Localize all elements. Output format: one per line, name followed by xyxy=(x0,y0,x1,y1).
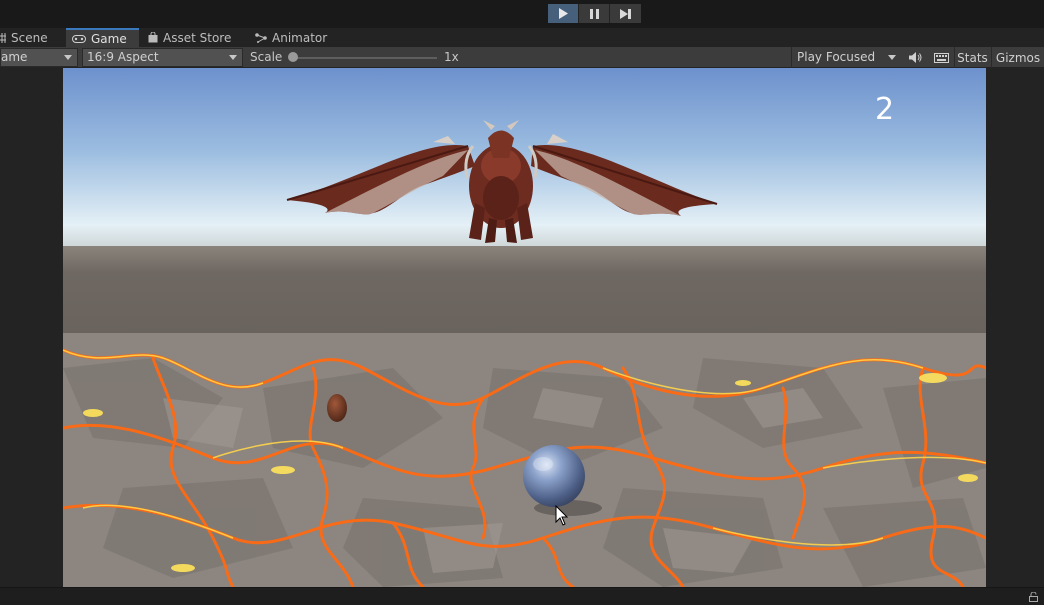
gamepad-icon xyxy=(72,34,86,43)
score-counter: 2 xyxy=(875,92,895,127)
play-controls xyxy=(548,4,641,23)
tab-animator-label: Animator xyxy=(272,30,328,45)
scale-label: Scale xyxy=(250,50,283,64)
tab-scene-label: Scene xyxy=(11,30,48,45)
pause-icon xyxy=(589,8,599,19)
stats-button[interactable]: Stats xyxy=(955,48,990,67)
aspect-dropdown[interactable]: 16:9 Aspect xyxy=(82,48,243,67)
play-mode-dropdown[interactable]: Play Focused xyxy=(792,48,902,67)
aspect-dropdown-value: 16:9 Aspect xyxy=(87,50,159,64)
lock-icon[interactable] xyxy=(1029,591,1038,605)
gizmos-button[interactable]: Gizmos xyxy=(992,48,1044,67)
display-dropdown-value: ame xyxy=(1,50,28,64)
gizmos-label: Gizmos xyxy=(995,50,1041,65)
scale-slider-handle[interactable] xyxy=(288,52,298,62)
pause-button[interactable] xyxy=(579,4,610,23)
tab-asset-store-label: Asset Store xyxy=(163,30,232,45)
tab-asset-store[interactable]: Asset Store xyxy=(148,28,243,47)
status-bar xyxy=(0,587,1044,605)
chevron-down-icon xyxy=(64,55,72,60)
keyboard-button[interactable] xyxy=(929,48,953,67)
game-view-toolbar: ame 16:9 Aspect Scale 1x Play Focused St… xyxy=(0,47,1044,68)
bag-icon xyxy=(148,32,158,43)
stats-label: Stats xyxy=(957,50,988,65)
mute-audio-button[interactable] xyxy=(904,48,926,67)
chevron-down-icon xyxy=(888,55,896,60)
play-controls-bar xyxy=(0,0,1044,28)
speaker-icon xyxy=(908,52,921,63)
play-button[interactable] xyxy=(548,4,579,23)
step-button[interactable] xyxy=(610,4,641,23)
tab-game[interactable]: Game xyxy=(66,28,139,47)
grid-icon xyxy=(0,32,6,43)
step-icon xyxy=(620,8,631,19)
game-viewport[interactable]: 2 xyxy=(63,68,986,587)
editor-tab-strip: Scene Game Asset Store Animator xyxy=(0,28,1044,47)
play-icon xyxy=(559,8,568,19)
game-scene xyxy=(63,68,986,587)
tab-animator[interactable]: Animator xyxy=(255,28,335,47)
keyboard-icon xyxy=(933,52,949,63)
tab-game-label: Game xyxy=(91,31,127,46)
chevron-down-icon xyxy=(229,55,237,60)
animator-icon xyxy=(255,32,267,43)
play-mode-value: Play Focused xyxy=(797,50,876,64)
scale-slider-track[interactable] xyxy=(291,57,437,59)
display-dropdown[interactable]: ame xyxy=(0,48,78,67)
tab-scene[interactable]: Scene xyxy=(0,28,62,47)
scale-value: 1x xyxy=(444,50,459,64)
